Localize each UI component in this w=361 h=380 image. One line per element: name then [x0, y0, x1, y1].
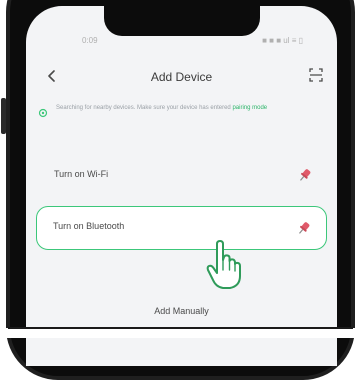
bottom-strip: [0, 328, 361, 338]
hand-pointer-icon: [204, 240, 244, 290]
nav-bar: Add Device: [26, 64, 337, 92]
scan-icon[interactable]: [309, 68, 323, 82]
phone-screen: 0:09 ■ ■ ■ ul ≡ ▯ Add Device Searching f…: [26, 6, 337, 366]
phone-side-button: [1, 98, 6, 134]
add-manually-button[interactable]: Add Manually: [26, 306, 337, 316]
pin-icon: [297, 167, 313, 183]
hint-message: Searching for nearby devices. Make sure …: [56, 105, 231, 111]
turn-on-wifi-option[interactable]: Turn on Wi-Fi: [36, 154, 327, 198]
option-label: Turn on Wi-Fi: [54, 169, 109, 179]
phone-notch: [104, 6, 260, 36]
turn-on-bluetooth-option[interactable]: Turn on Bluetooth: [36, 206, 327, 250]
hint-text: Searching for nearby devices. Make sure …: [56, 102, 326, 115]
option-label: Turn on Bluetooth: [53, 221, 125, 231]
status-time: 0:09: [82, 36, 98, 45]
page-title: Add Device: [150, 70, 213, 84]
pairing-mode-link[interactable]: pairing mode: [232, 105, 267, 111]
searching-icon: [38, 105, 48, 118]
search-hint: Searching for nearby devices. Make sure …: [38, 102, 325, 142]
pin-icon: [296, 220, 312, 236]
status-indicators: ■ ■ ■ ul ≡ ▯: [262, 36, 303, 45]
bottom-divider: [8, 327, 353, 329]
